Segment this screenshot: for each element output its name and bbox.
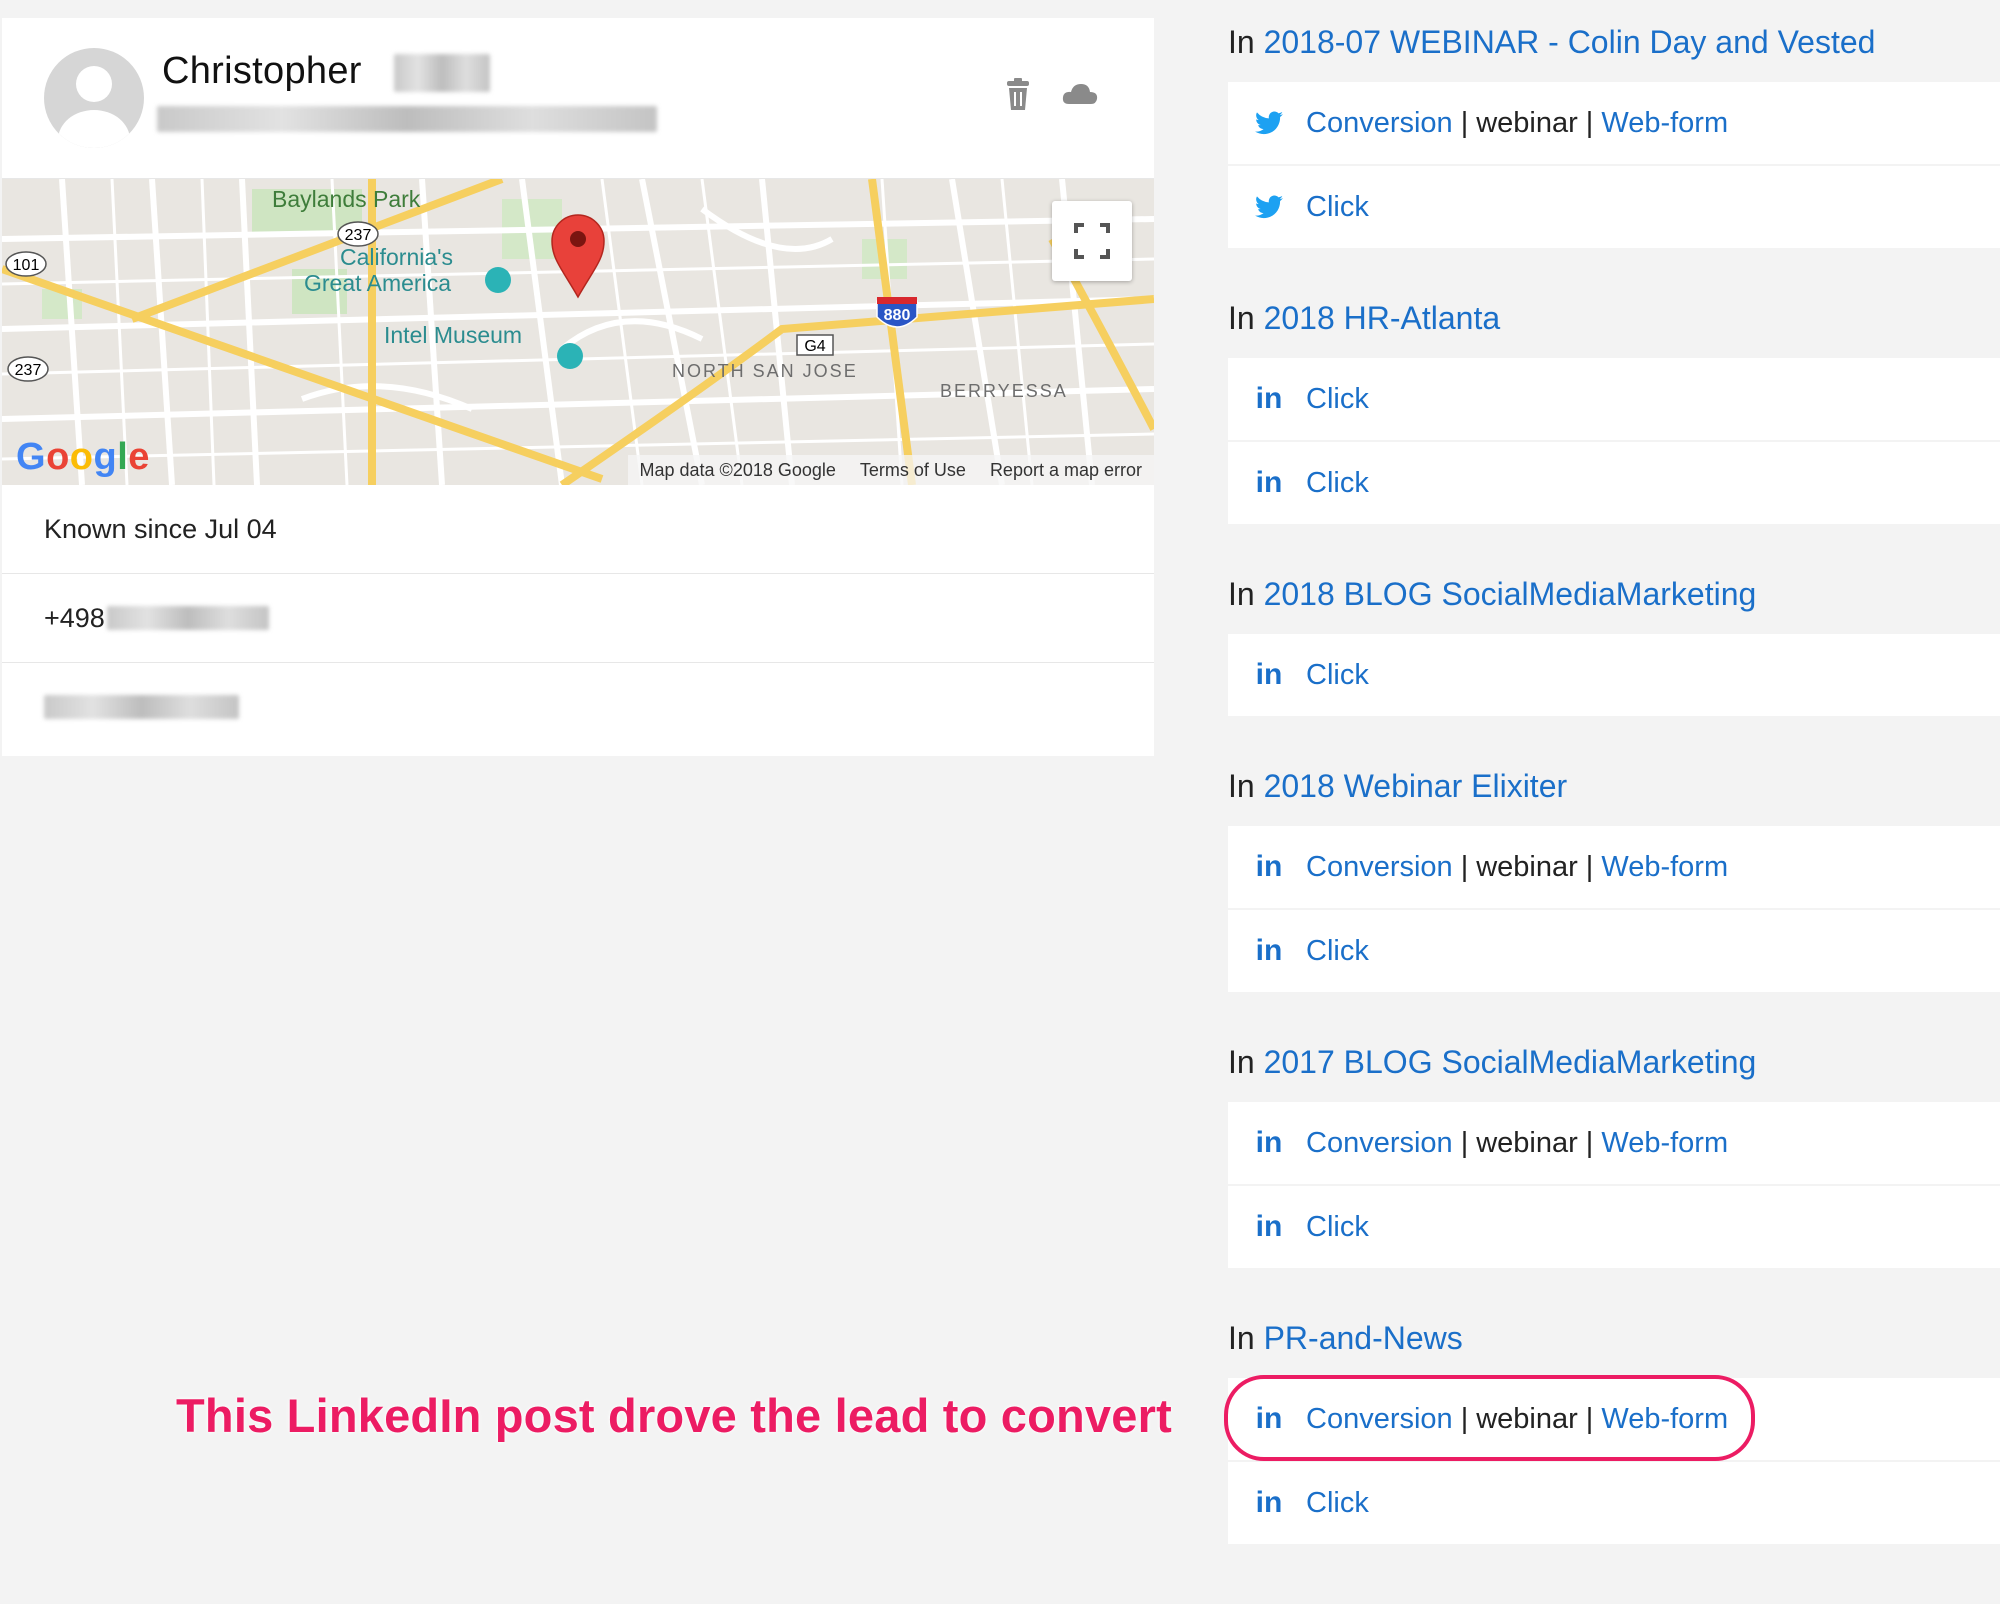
redacted-address — [44, 695, 239, 719]
redacted-phone — [106, 606, 269, 630]
map-label-intel-museum: Intel Museum — [384, 322, 522, 348]
annotation-callout: This LinkedIn post drove the lead to con… — [176, 1389, 1172, 1442]
activity-label[interactable]: Click — [1306, 659, 1369, 692]
avatar — [44, 48, 144, 148]
address-row — [2, 663, 1154, 751]
activity-label[interactable]: Click — [1306, 1211, 1369, 1244]
activity-row: in Click — [1228, 358, 2000, 440]
activity-row: Conversion | webinar | Web-form — [1228, 82, 2000, 164]
location-pin-icon — [551, 214, 605, 299]
activity-row: in Click — [1228, 1186, 2000, 1268]
contact-header: Christopher — [2, 18, 1154, 179]
redacted-email — [157, 106, 657, 132]
museum-icon — [557, 343, 583, 369]
cloud-icon[interactable] — [1060, 74, 1100, 114]
campaign-heading: In 2018 HR-Atlanta — [1228, 300, 1500, 337]
linkedin-icon: in — [1255, 1210, 1283, 1243]
highlight-ring — [1224, 1375, 1755, 1461]
map-label-california: California's — [340, 244, 453, 270]
amusement-park-icon — [485, 267, 511, 293]
campaign-prefix: In — [1228, 768, 1255, 804]
activity-row: in Click — [1228, 442, 2000, 524]
campaign-link[interactable]: 2018 BLOG SocialMediaMarketing — [1264, 576, 1757, 612]
phone-number: +498 — [44, 602, 105, 633]
route-237-label: 237 — [345, 227, 372, 244]
activity-type: webinar — [1476, 106, 1578, 139]
activity-label[interactable]: Conversion — [1306, 107, 1453, 140]
campaign-prefix: In — [1228, 1320, 1255, 1356]
campaign-prefix: In — [1228, 300, 1255, 336]
activity-label[interactable]: Conversion — [1306, 851, 1453, 884]
form-link[interactable]: Web-form — [1601, 107, 1728, 140]
campaign-prefix: In — [1228, 24, 1255, 60]
activity-label[interactable]: Click — [1306, 191, 1369, 224]
campaign-prefix: In — [1228, 1044, 1255, 1080]
route-237-label: 237 — [15, 362, 42, 379]
known-since-row: Known since Jul 04 — [2, 485, 1154, 574]
form-link[interactable]: Web-form — [1601, 1127, 1728, 1160]
activity-type: webinar — [1476, 850, 1578, 883]
activity-row: Click — [1228, 166, 2000, 248]
campaign-heading: In 2018 BLOG SocialMediaMarketing — [1228, 576, 1756, 613]
linkedin-icon: in — [1255, 658, 1283, 691]
activity-label[interactable]: Click — [1306, 467, 1369, 500]
location-map[interactable]: 237 237 101 G4 880 Baylands Park Califor… — [2, 179, 1154, 485]
report-map-error-link[interactable]: Report a map error — [990, 460, 1142, 481]
campaign-prefix: In — [1228, 576, 1255, 612]
activity-row: in Click — [1228, 1462, 2000, 1544]
activity-row: in Click — [1228, 634, 2000, 716]
map-label-north-san-jose: NORTH SAN JOSE — [672, 361, 858, 381]
activity-type: webinar — [1476, 1126, 1578, 1159]
known-since: Known since Jul 04 — [44, 513, 277, 544]
twitter-icon — [1254, 192, 1284, 222]
campaign-link[interactable]: 2018 HR-Atlanta — [1264, 300, 1501, 336]
redacted-last-name — [394, 54, 490, 92]
map-label-berryessa: BERRYESSA — [940, 381, 1068, 401]
form-link[interactable]: Web-form — [1601, 851, 1728, 884]
activity-row: in Conversion | webinar | Web-form — [1228, 826, 2000, 908]
activity-row: in Conversion | webinar | Web-form — [1228, 1102, 2000, 1184]
activity-row: in Click — [1228, 910, 2000, 992]
route-101-label: 101 — [13, 257, 40, 274]
linkedin-icon: in — [1255, 382, 1283, 415]
map-data-text: Map data ©2018 Google — [639, 459, 836, 480]
fullscreen-icon — [1074, 223, 1110, 259]
map-label-baylands: Baylands Park — [272, 186, 421, 212]
activity-label[interactable]: Click — [1306, 935, 1369, 968]
trash-icon[interactable] — [998, 74, 1038, 114]
campaign-link[interactable]: 2018-07 WEBINAR - Colin Day and Vested — [1264, 24, 1876, 60]
route-880-label: 880 — [884, 307, 911, 324]
campaign-link[interactable]: PR-and-News — [1264, 1320, 1463, 1356]
campaign-link[interactable]: 2018 Webinar Elixiter — [1264, 768, 1568, 804]
activity-label[interactable]: Click — [1306, 383, 1369, 416]
contact-card: Christopher 237 237 101 G4 880 Baylands … — [2, 18, 1154, 756]
linkedin-icon: in — [1255, 934, 1283, 967]
phone-row: +498 — [2, 574, 1154, 663]
map-attribution: Map data ©2018 Google Terms of Use Repor… — [627, 455, 1154, 485]
fullscreen-button[interactable] — [1052, 201, 1132, 281]
linkedin-icon: in — [1255, 466, 1283, 499]
activity-label[interactable]: Conversion — [1306, 1127, 1453, 1160]
route-g4-label: G4 — [804, 338, 825, 355]
terms-of-use-link[interactable]: Terms of Use — [860, 460, 966, 481]
campaign-heading: In PR-and-News — [1228, 1320, 1463, 1357]
campaign-link[interactable]: 2017 BLOG SocialMediaMarketing — [1264, 1044, 1757, 1080]
linkedin-icon: in — [1255, 1126, 1283, 1159]
linkedin-icon: in — [1255, 850, 1283, 883]
linkedin-icon: in — [1255, 1486, 1283, 1519]
campaign-heading: In 2018 Webinar Elixiter — [1228, 768, 1567, 805]
contact-name: Christopher — [162, 50, 362, 92]
campaign-heading: In 2017 BLOG SocialMediaMarketing — [1228, 1044, 1756, 1081]
twitter-icon — [1254, 108, 1284, 138]
map-label-great-america: Great America — [304, 270, 451, 296]
activity-label[interactable]: Click — [1306, 1487, 1369, 1520]
campaign-heading: In 2018-07 WEBINAR - Colin Day and Veste… — [1228, 24, 1875, 61]
google-logo: Google — [16, 436, 150, 478]
